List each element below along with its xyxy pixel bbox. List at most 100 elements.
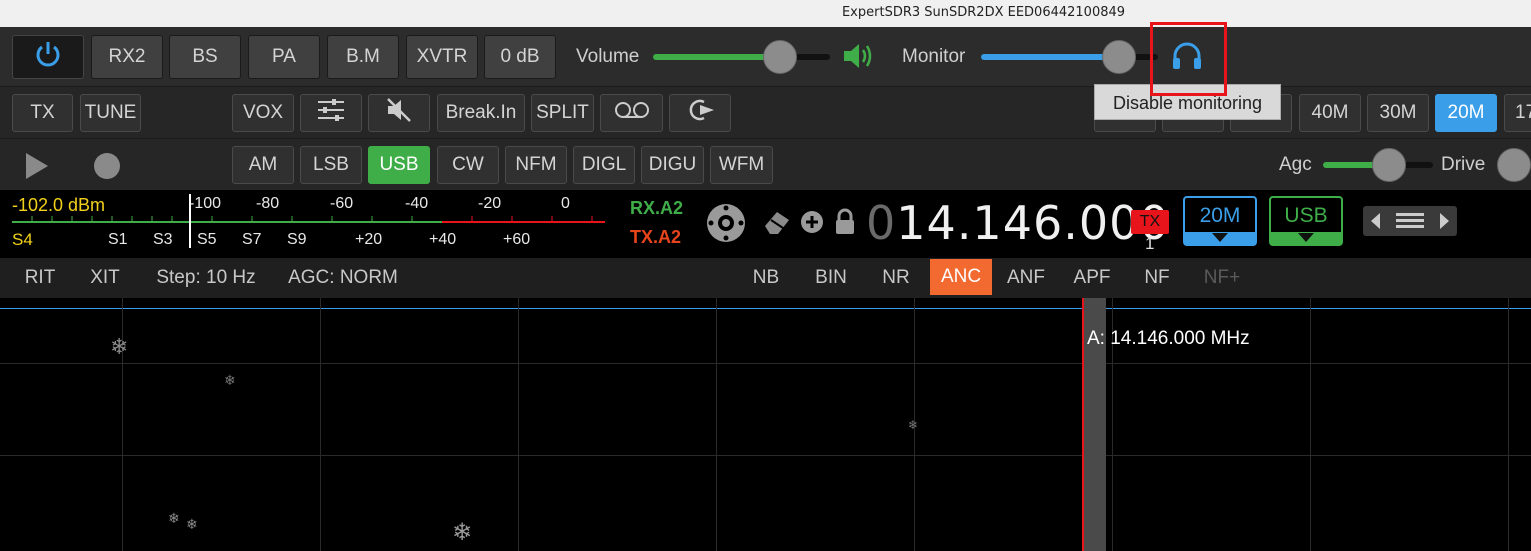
vfo-frequency[interactable]: 014.146.000 [866,196,1170,250]
snowflake-icon: ❄ [168,510,180,526]
power-icon [33,39,63,75]
mode-digl-button[interactable]: DIGL [573,146,635,184]
agc-slider-fill [1323,162,1378,168]
xit-button[interactable]: XIT [78,258,132,298]
recorder-button[interactable] [600,94,663,132]
xvtr-button[interactable]: XVTR [406,35,478,79]
meter-top-tick: -40 [405,195,429,212]
agc-slider-knob[interactable] [1372,148,1406,182]
band-selector-label: 20M [1199,204,1241,227]
vfo-a-marker[interactable] [1082,298,1084,551]
band-17m-button[interactable]: 17 [1504,94,1531,132]
volume-label: Volume [576,46,640,67]
nb-button[interactable]: NB [740,258,792,298]
rit-button[interactable]: RIT [12,258,68,298]
drive-slider-knob[interactable] [1497,148,1531,182]
loop-arrow-icon [684,97,716,129]
drive-label: Drive [1441,154,1486,175]
monitor-slider-knob[interactable] [1102,40,1136,74]
mode-cw-button[interactable]: CW [437,146,499,184]
meter-s-tick: S7 [242,231,262,248]
meter-top-tick: -100 [189,195,222,212]
window-title: ExpertSDR3 SunSDR2DX EED06442100849 [0,0,1531,27]
control-row: TX TUNE VOX Break.In SPLIT 40M 30M 20M 1… [0,86,1531,138]
snowflake-icon: ❄ [186,516,198,532]
speaker-icon[interactable] [842,41,874,76]
anc-button[interactable]: ANC [930,259,992,295]
tx-antenna[interactable]: TX.A2 [630,227,681,248]
equalizer-button[interactable] [300,94,362,132]
meter-top-tick: 0 [561,195,570,212]
bs-button[interactable]: BS [169,35,241,79]
mode-selector-label: USB [1284,204,1328,227]
eraser-icon[interactable] [762,208,792,241]
grid-line [320,298,321,551]
bin-button[interactable]: BIN [805,258,857,298]
apf-button[interactable]: APF [1066,258,1118,298]
rx2-button[interactable]: RX2 [91,35,163,79]
mode-selector-box[interactable]: USB [1269,196,1343,246]
breakin-button[interactable]: Break.In [437,94,525,132]
grid-line [0,455,1531,456]
right-arrow-icon[interactable] [1439,213,1449,234]
meter-top-tick: -60 [330,195,354,212]
band-30m-button[interactable]: 30M [1367,94,1429,132]
meter-s-tick: +40 [429,231,457,248]
meter-top-tick: -80 [256,195,280,212]
band-40m-button[interactable]: 40M [1299,94,1361,132]
left-arrow-icon[interactable] [1371,213,1381,234]
mode-nfm-button[interactable]: NFM [505,146,567,184]
pa-button[interactable]: PA [248,35,320,79]
play-icon[interactable] [24,151,50,186]
snowflake-icon: ❄ [224,372,236,388]
rx-antenna[interactable]: RX.A2 [630,198,683,219]
step-selector[interactable]: Step: 10 Hz [146,258,266,298]
mode-lsb-button[interactable]: LSB [300,146,362,184]
mode-am-button[interactable]: AM [232,146,294,184]
menu-icon[interactable] [1396,212,1424,235]
mode-wfm-button[interactable]: WFM [710,146,773,184]
spectrum-level-line [0,308,1531,309]
signal-level-dbm: -102.0 dBm [12,195,106,215]
nf-plus-button[interactable]: NF+ [1196,258,1248,298]
agc-mode-selector[interactable]: AGC: NORM [280,258,406,298]
nf-button[interactable]: NF [1131,258,1183,298]
snowflake-icon: ❄ [110,334,129,359]
meter-s-tick: +60 [503,231,531,248]
focus-highlight [1150,22,1227,96]
mode-usb-button[interactable]: USB [368,146,430,184]
record-icon[interactable] [93,152,121,185]
mode-digu-button[interactable]: DIGU [641,146,704,184]
split-button[interactable]: SPLIT [531,94,594,132]
monitor-label: Monitor [902,46,966,67]
meter-top-tick: -20 [478,195,502,212]
bm-button[interactable]: B.M [327,35,399,79]
nr-button[interactable]: NR [870,258,922,298]
volume-slider-knob[interactable] [763,40,797,74]
speaker-mute-icon [385,97,413,129]
agc-label: Agc [1279,154,1312,175]
spectrum-display[interactable]: A: 14.146.000 MHz ❄ ❄ ❄ ❄ ❄ ❄ [0,298,1531,551]
lock-icon[interactable] [834,208,856,241]
s-meter-value: S4 [12,230,33,249]
playback-button[interactable] [669,94,731,132]
vox-button[interactable]: VOX [232,94,294,132]
tx-button[interactable]: TX [12,94,73,132]
add-icon[interactable] [800,210,824,239]
tx-badge[interactable]: TX [1131,210,1169,234]
band-20m-button[interactable]: 20M [1435,94,1497,132]
meter-s-tick: S5 [197,231,217,248]
sliders-icon [316,98,346,128]
mute-button[interactable] [368,94,430,132]
anf-button[interactable]: ANF [1000,258,1052,298]
tuning-knob-icon[interactable] [706,203,746,248]
tune-button[interactable]: TUNE [80,94,141,132]
snowflake-icon: ❄ [452,519,473,546]
band-selector-box[interactable]: 20M [1183,196,1257,246]
monitor-slider-fill [981,54,1119,60]
power-button[interactable] [12,35,84,79]
grid-line [0,363,1531,364]
chevron-down-icon [1298,233,1314,242]
attenuator-button[interactable]: 0 dB [484,35,556,79]
meter-s-tick: S3 [153,231,173,248]
